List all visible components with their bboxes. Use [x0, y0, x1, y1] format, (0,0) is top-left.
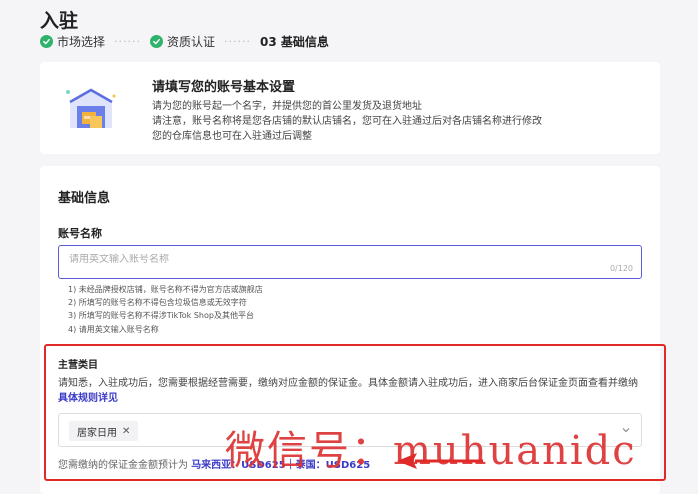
step-qualification[interactable]: 资质认证	[150, 33, 215, 50]
progress-steps: 市场选择 ······ 资质认证 ······ 03 基础信息	[40, 33, 329, 50]
warehouse-icon	[62, 82, 120, 132]
intro-card: 请填写您的账号基本设置 请为您的账号起一个名字，并提供您的首公里发货及退货地址 …	[40, 62, 660, 154]
category-description-text: 请知悉，入驻成功后，您需要根据经营需要，缴纳对应金额的保证金。具体金额请入驻成功…	[58, 378, 638, 389]
rule-item: 1) 未经品牌授权店铺，账号名称不得为官方店或旗舰店	[68, 285, 263, 294]
step-separator: ······	[114, 35, 141, 48]
intro-line: 您的仓库信息也可在入驻通过后调整	[152, 131, 312, 142]
step-basic-info: 03 基础信息	[260, 33, 329, 50]
arrow-left-icon	[397, 453, 483, 469]
category-label: 主营类目	[58, 360, 98, 371]
step-label: 03 基础信息	[260, 35, 329, 49]
char-counter: 0/120	[609, 264, 633, 273]
rule-item: 3) 所填写的账号名称不得涉TikTok Shop及其他平台	[68, 311, 254, 321]
account-name-label: 账号名称	[58, 227, 102, 240]
close-icon[interactable]: ✕	[122, 426, 130, 437]
account-name-input[interactable]	[69, 254, 589, 265]
rules-detail-link[interactable]: 具体规则详见	[58, 393, 118, 404]
check-circle-icon	[150, 35, 163, 48]
page-title: 入驻	[40, 10, 79, 32]
intro-title: 请填写您的账号基本设置	[152, 80, 296, 95]
category-description: 请知悉，入驻成功后，您需要根据经营需要，缴纳对应金额的保证金。具体金额请入驻成功…	[58, 376, 648, 406]
rule-item: 2) 所填写的账号名称不得包含垃圾信息或无效字符	[68, 298, 247, 308]
section-title: 基础信息	[58, 191, 111, 206]
step-separator: ······	[224, 35, 251, 48]
step-label: 市场选择	[57, 35, 106, 49]
category-tag-label: 居家日用	[77, 427, 117, 439]
deposit-prefix: 您需缴纳的保证金金额预计为	[58, 460, 188, 471]
step-market[interactable]: 市场选择	[40, 33, 105, 50]
rule-item: 4) 请用英文输入账号名称	[68, 324, 159, 334]
check-circle-icon	[40, 35, 53, 48]
intro-line: 请注意，账号名称将是您各店铺的默认店铺名，您可在入驻通过后对各店铺名称进行修改	[152, 116, 542, 127]
account-name-field[interactable]: 0/120	[58, 245, 642, 279]
category-tag: 居家日用 ✕	[69, 421, 139, 441]
intro-line: 请为您的账号起一个名字，并提供您的首公里发货及退货地址	[152, 101, 422, 112]
account-name-rules: 1) 未经品牌授权店铺，账号名称不得为官方店或旗舰店 2) 所填写的账号名称不得…	[68, 283, 263, 336]
step-label: 资质认证	[167, 35, 216, 49]
